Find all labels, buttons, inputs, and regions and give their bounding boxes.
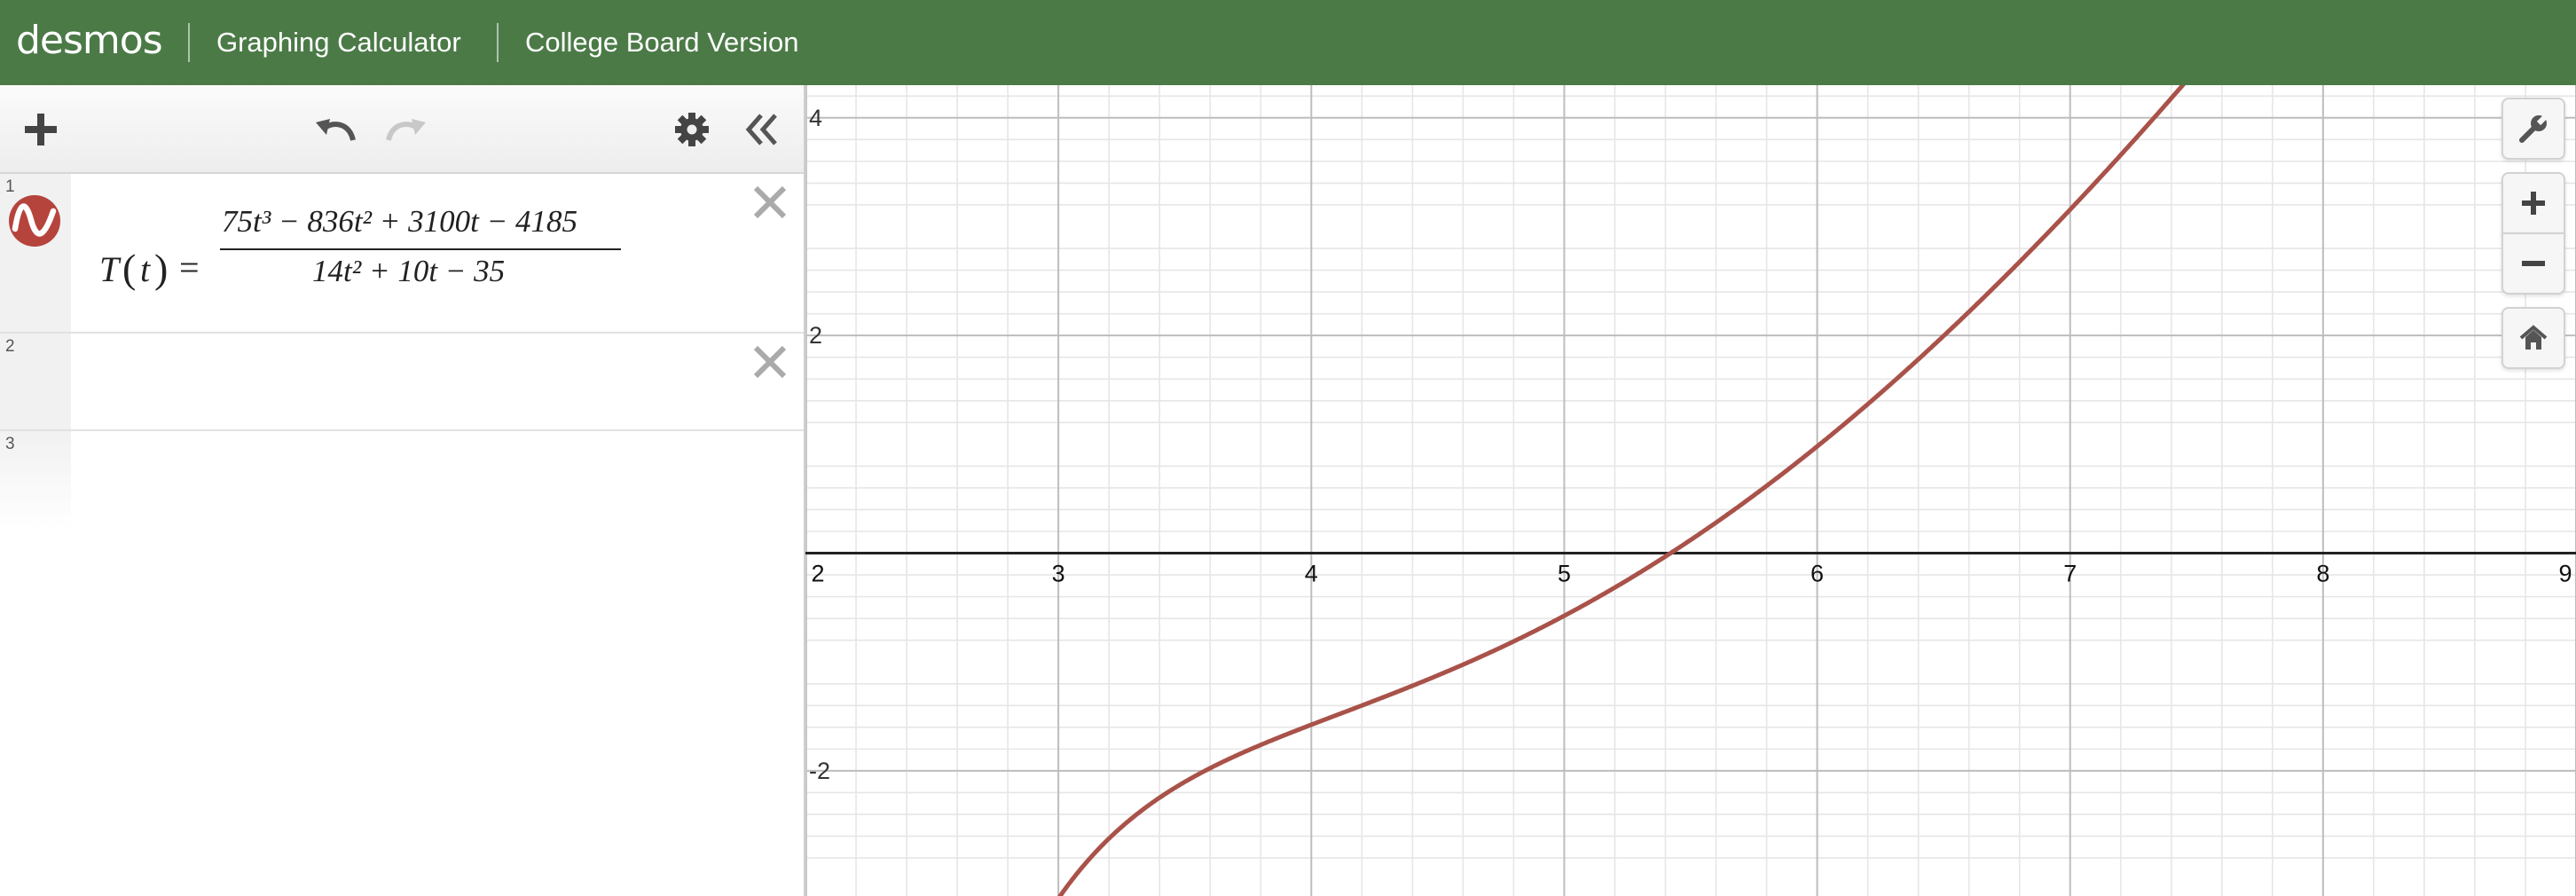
x-tick-label: 9 — [2558, 561, 2572, 587]
zoom-out-button[interactable] — [2501, 232, 2565, 295]
double-chevron-left-icon — [745, 114, 777, 145]
x-tick-label: 7 — [2063, 561, 2077, 587]
desmos-logo: desmos — [16, 18, 163, 63]
plus-icon — [2522, 192, 2545, 215]
home-icon — [2519, 325, 2548, 350]
left-paren: ( — [122, 246, 137, 291]
expression-gutter: 1 — [0, 174, 71, 332]
denominator: 14t² + 10t − 35 — [312, 254, 506, 288]
expression-gutter: 3 — [0, 431, 71, 529]
function-name: T — [99, 249, 120, 289]
wrench-icon — [2519, 113, 2549, 143]
header-separator — [188, 23, 190, 62]
close-icon — [753, 345, 787, 379]
expression-toolbar — [0, 85, 804, 174]
zoom-in-button[interactable] — [2501, 172, 2565, 234]
x-tick-label: 6 — [1810, 561, 1824, 587]
x-tick-label: 2 — [811, 561, 824, 587]
fraction-bar — [220, 248, 621, 250]
settings-button[interactable] — [674, 112, 710, 147]
delete-expression-button[interactable] — [750, 183, 789, 222]
app-header: desmos Graphing Calculator College Board… — [0, 0, 2576, 85]
default-viewport-button[interactable] — [2501, 307, 2565, 369]
x-tick-label: 3 — [1052, 561, 1065, 587]
expression-gutter: 2 — [0, 334, 71, 429]
expression-row[interactable]: 2 — [0, 334, 804, 431]
undo-button[interactable] — [312, 110, 358, 149]
gear-icon — [675, 113, 709, 146]
minus-icon — [2522, 261, 2545, 266]
expression-index: 2 — [5, 337, 15, 356]
collapse-panel-button[interactable] — [742, 112, 781, 147]
y-tick-label: 4 — [809, 105, 822, 131]
y-tick-label: 2 — [809, 322, 822, 349]
x-tick-label: 5 — [1558, 561, 1571, 587]
expression-row[interactable]: 1 T ( t ) = 75t³ − 836t² + 3100t − 4185 … — [0, 174, 804, 334]
expression-panel: 1 T ( t ) = 75t³ − 836t² + 3100t − 4185 … — [0, 85, 805, 896]
y-tick-label: -2 — [809, 758, 830, 784]
graph-paper[interactable]: 2 3 4 5 6 7 8 9 4 2 -2 — [805, 85, 2576, 896]
right-paren: ) — [154, 246, 169, 291]
x-tick-label: 8 — [2316, 561, 2329, 587]
header-separator — [497, 23, 499, 62]
numerator: 75t³ − 836t² + 3100t − 4185 — [222, 204, 578, 239]
graph-settings-button[interactable] — [2501, 98, 2565, 160]
plus-icon — [25, 114, 57, 145]
redo-button[interactable] — [383, 110, 429, 149]
equals-sign: = — [179, 248, 200, 287]
delete-expression-button[interactable] — [750, 342, 789, 381]
graph-color-icon[interactable] — [7, 193, 62, 248]
add-item-button[interactable] — [23, 112, 59, 147]
expression-index: 3 — [5, 435, 15, 453]
redo-icon — [386, 119, 426, 141]
x-tick-label: 4 — [1305, 561, 1318, 587]
function-variable: t — [140, 249, 151, 289]
app-title: Graphing Calculator — [216, 27, 461, 58]
version-label: College Board Version — [525, 27, 799, 58]
expression-row[interactable]: 3 — [0, 431, 804, 529]
graph-canvas[interactable]: 2 3 4 5 6 7 8 9 4 2 -2 — [805, 85, 2576, 896]
undo-icon — [316, 119, 356, 141]
close-icon — [753, 185, 787, 219]
